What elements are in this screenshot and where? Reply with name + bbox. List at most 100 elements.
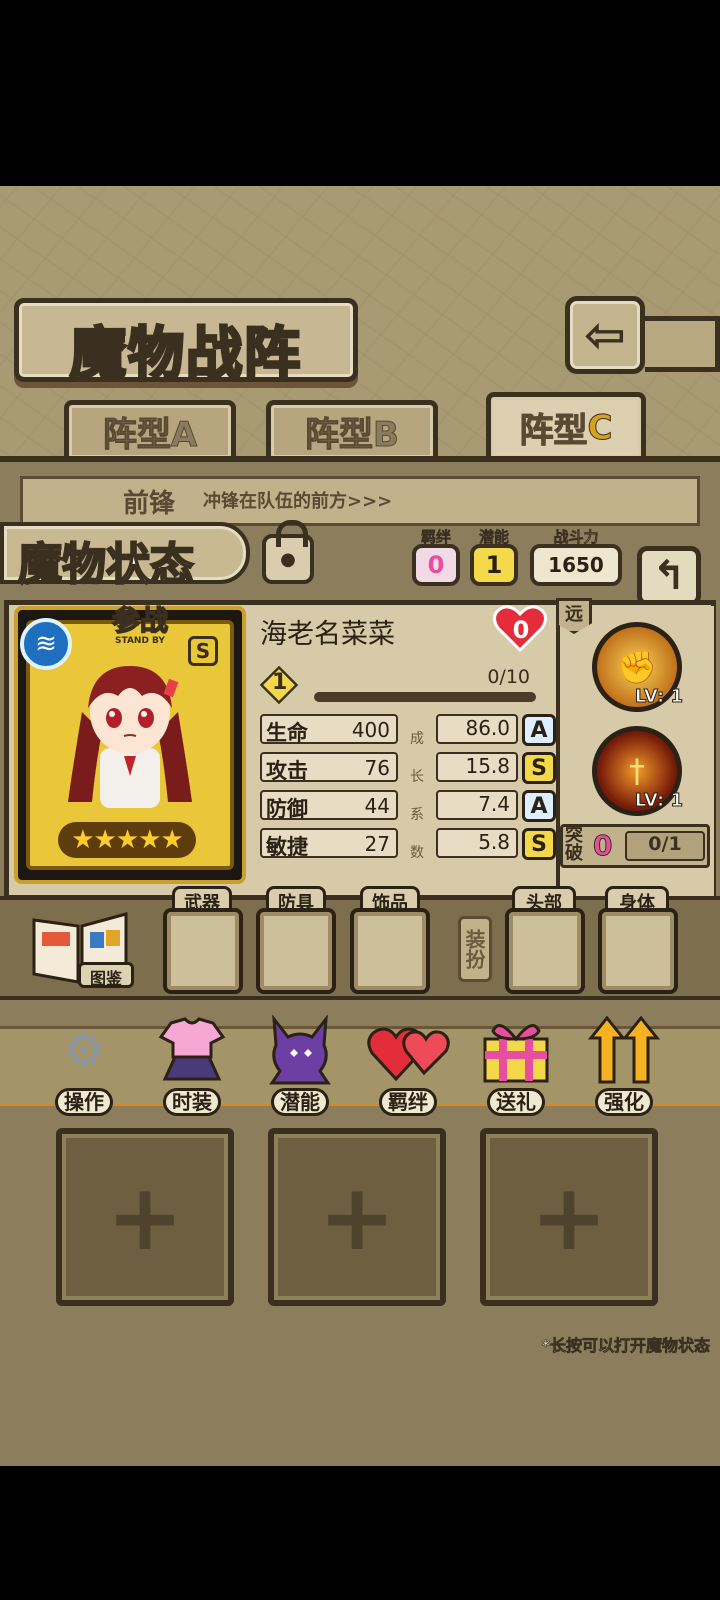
bond-counter: 0	[412, 544, 460, 586]
skill-level: LV: 1	[634, 790, 683, 812]
action-label: 时装	[163, 1088, 221, 1116]
encyclopedia-text: 图鉴	[89, 969, 122, 988]
stat-label: 防御	[266, 797, 308, 821]
growth-label-char: 长	[410, 769, 424, 785]
back-arrow-icon: ⇦	[584, 306, 626, 364]
stat-label: 敏捷	[266, 835, 308, 859]
growth-value: 7.4	[436, 790, 518, 820]
return-button[interactable]: ↰	[637, 546, 701, 606]
upgrade-arrows-icon	[580, 1012, 668, 1088]
tab-label: 阵型	[519, 411, 588, 452]
growth-grade: S	[522, 828, 556, 860]
skill-1[interactable]: ✊ LV: 1	[592, 622, 684, 712]
gear-icon: ⚙	[63, 1023, 105, 1077]
tab-formation-c[interactable]: 阵型 C	[486, 392, 646, 458]
page-title-plate: 魔物战阵	[14, 298, 358, 389]
monster-portrait	[68, 666, 192, 808]
stat-value: 76	[364, 756, 390, 780]
outfit-icon	[148, 1012, 236, 1088]
accessory-slot[interactable]	[350, 908, 430, 994]
action-label: 操作	[55, 1088, 113, 1116]
formation-slot-1[interactable]: +	[56, 1128, 234, 1306]
row-label: 前锋	[123, 489, 176, 519]
status-title: 魔物状态	[17, 538, 195, 591]
tab-label: 阵型B	[305, 415, 400, 456]
stat-label: 攻击	[266, 759, 308, 783]
demon-icon	[256, 1012, 344, 1088]
action-bond[interactable]: 羁绊	[364, 1012, 452, 1116]
stand-by-badge: 参战 STAND BY	[86, 604, 194, 652]
action-potential[interactable]: 潜能	[256, 1012, 344, 1116]
stars-label: ★★★★★	[71, 825, 184, 855]
add-icon: +	[530, 1163, 608, 1271]
affection-value: 0	[512, 616, 530, 644]
growth-label-char: 系	[410, 807, 424, 823]
action-label: 潜能	[271, 1088, 329, 1116]
body-slot[interactable]	[598, 908, 678, 994]
power-value: 1650	[548, 553, 604, 577]
row-description: 冲锋在队伍的前方>>>	[203, 491, 393, 512]
tab-formation-a[interactable]: 阵型A	[64, 400, 236, 458]
stat-value: 27	[364, 832, 390, 856]
back-button-tail	[645, 316, 720, 372]
action-gift[interactable]: 送礼	[472, 1012, 560, 1116]
gift-icon	[472, 1012, 560, 1088]
monster-name: 海老名菜菜	[260, 619, 395, 650]
encyclopedia-label: 图鉴	[78, 962, 134, 988]
potential-counter: 1	[470, 544, 518, 586]
back-button[interactable]: ⇦	[565, 296, 645, 374]
stat-label: 生命	[266, 721, 308, 745]
growth-vertical-label: 成 长 系 数	[402, 714, 432, 864]
head-slot[interactable]	[505, 908, 585, 994]
fist-icon: ✊	[617, 648, 657, 686]
status-title-plate: 魔物状态	[0, 522, 250, 591]
growth-label-char: 数	[410, 845, 424, 861]
lock-button[interactable]: ●	[262, 520, 314, 584]
action-label: 强化	[595, 1088, 653, 1116]
skill-2[interactable]: † LV: 1	[592, 726, 684, 816]
long-press-hint: *长按可以打开魔物状态	[541, 1336, 710, 1356]
tab-label: 阵型A	[102, 415, 198, 456]
affection-heart[interactable]: 0	[492, 604, 550, 656]
skill-level: LV: 1	[634, 686, 683, 708]
action-enhance[interactable]: 强化	[580, 1012, 668, 1116]
add-icon: +	[106, 1163, 184, 1271]
exp-value: 0/10	[487, 666, 530, 688]
tab-label-letter: C	[587, 407, 613, 448]
range-label: 远	[565, 604, 583, 625]
lock-icon: ●	[280, 548, 296, 570]
breakthrough-label: 突破	[565, 825, 583, 864]
level-row: 1 0/10	[259, 665, 542, 706]
weapon-slot[interactable]	[163, 908, 243, 994]
tab-formation-b[interactable]: 阵型B	[266, 400, 438, 458]
stat-value: 44	[364, 794, 390, 818]
game-screen: 魔物战阵 ⇦ 阵型A 阵型B 阵型 C 前锋 冲锋在队伍的前方>>> 魔物状态 ●…	[0, 186, 720, 1466]
growth-value: 5.8	[436, 828, 518, 858]
growth-grade: S	[522, 752, 556, 784]
dress-up-text: 装扮	[462, 929, 486, 969]
level-value: 1	[272, 670, 288, 695]
stand-by-label: 参战	[111, 604, 169, 637]
growth-label-char: 成	[410, 731, 424, 747]
formation-slot-2[interactable]: +	[268, 1128, 446, 1306]
formation-row-header: 前锋 冲锋在队伍的前方>>>	[20, 476, 700, 526]
star-rating: ★★★★★	[58, 822, 196, 858]
breakthrough-row[interactable]: 突破 0 0/1	[560, 824, 710, 868]
formation-slot-3[interactable]: +	[480, 1128, 658, 1306]
breakthrough-value: 0	[592, 829, 613, 863]
action-fashion[interactable]: 时装	[148, 1012, 236, 1116]
growth-value: 86.0	[436, 714, 518, 744]
action-label: 羁绊	[379, 1088, 437, 1116]
page-title: 魔物战阵	[69, 320, 302, 389]
add-icon: +	[318, 1163, 396, 1271]
armor-slot[interactable]	[256, 908, 336, 994]
stand-by-sub: STAND BY	[115, 636, 165, 646]
hearts-icon	[364, 1012, 452, 1088]
dress-up-label: 装扮	[458, 916, 492, 982]
exp-bar	[314, 692, 536, 702]
action-operate[interactable]: ⚙ 操作	[40, 1012, 128, 1116]
breakthrough-progress: 0/1	[625, 831, 705, 861]
sword-icon: †	[629, 752, 645, 790]
stat-value: 400	[351, 718, 390, 742]
bond-value: 0	[427, 551, 445, 579]
